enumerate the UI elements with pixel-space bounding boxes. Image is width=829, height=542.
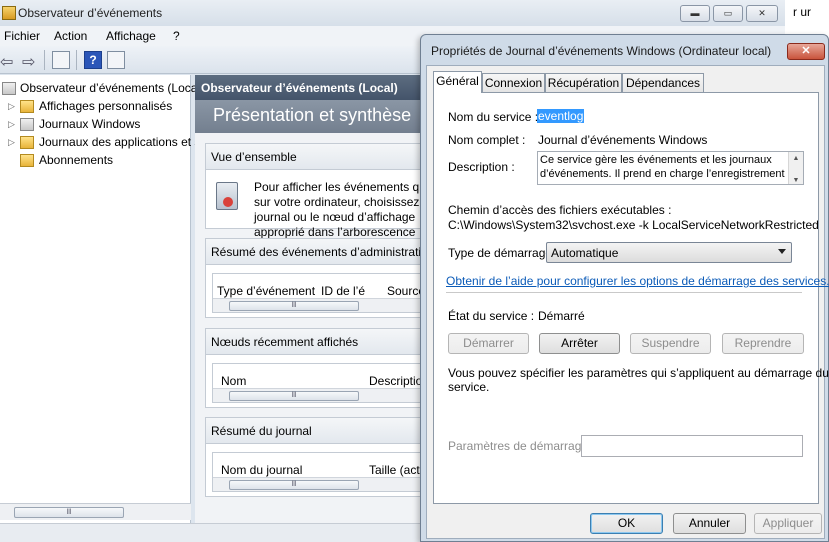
- general-tab-panel: Nom du service : eventlog Nom complet : …: [433, 92, 829, 504]
- expand-icon[interactable]: ▷: [8, 101, 16, 112]
- pause-button[interactable]: Suspendre: [630, 333, 711, 354]
- recent-nodes-list[interactable]: Nom Description lll: [212, 363, 422, 403]
- service-status-value: Démarré: [538, 309, 585, 323]
- window-title: Observateur d’événements: [18, 6, 163, 20]
- chevron-down-icon: [778, 249, 786, 254]
- service-name-label: Nom du service :: [448, 110, 539, 124]
- main-pane: Observateur d’événements (Local) Présent…: [195, 75, 425, 523]
- column-header[interactable]: Source: [387, 284, 421, 298]
- column-header[interactable]: ID de l’é: [321, 284, 365, 298]
- tab-dependances[interactable]: Dépendances: [622, 73, 704, 92]
- title-bar: Observateur d’événements ▬ ▭ ✕: [0, 0, 785, 26]
- startup-help-link[interactable]: Obtenir de l’aide pour configurer les op…: [446, 274, 829, 288]
- event-viewer-app-icon: [2, 6, 16, 20]
- log-summary-list[interactable]: Nom du journal Taille (actuelle) lll: [212, 452, 422, 492]
- section-title[interactable]: Résumé des événements d’administration: [206, 239, 424, 265]
- edge-text: r ur: [793, 5, 811, 19]
- column-header[interactable]: Description: [369, 374, 421, 388]
- startup-type-value: Automatique: [551, 246, 619, 260]
- scroll-thumb[interactable]: lll: [229, 480, 359, 490]
- scroll-thumb[interactable]: lll: [14, 507, 124, 518]
- show-hide-tree-icon[interactable]: [52, 51, 70, 69]
- resume-button[interactable]: Reprendre: [722, 333, 804, 354]
- stop-button[interactable]: Arrêter: [539, 333, 620, 354]
- log-icon: [20, 118, 34, 131]
- folder-icon: [20, 100, 34, 113]
- scroll-thumb[interactable]: lll: [229, 301, 359, 311]
- admin-summary-section: Résumé des événements d’administration T…: [205, 238, 425, 318]
- overview-text: Pour afficher les événements qui se sont…: [254, 180, 425, 239]
- menu-action[interactable]: Action: [54, 29, 87, 43]
- horizontal-scrollbar[interactable]: lll: [213, 298, 421, 312]
- start-params-label: Paramètres de démarrage :: [448, 439, 595, 453]
- display-name-label: Nom complet :: [448, 133, 526, 147]
- admin-summary-list[interactable]: Type d’événement ID de l’é Source lll: [212, 273, 422, 313]
- toolbar-separator: [44, 50, 45, 70]
- recent-nodes-section: Nœuds récemment affichés Nom Description…: [205, 328, 425, 408]
- tab-recuperation[interactable]: Récupération: [545, 73, 622, 92]
- section-title[interactable]: Nœuds récemment affichés: [206, 329, 424, 355]
- menu-affichage[interactable]: Affichage: [106, 29, 156, 43]
- subscriptions-icon: [20, 154, 34, 167]
- folder-icon: [20, 136, 34, 149]
- tab-connexion[interactable]: Connexion: [482, 73, 545, 92]
- column-header[interactable]: Type d’événement: [217, 284, 315, 298]
- close-button[interactable]: ✕: [746, 5, 778, 22]
- show-hide-actions-icon[interactable]: [107, 51, 125, 69]
- description-scrollbar[interactable]: ▲ ▼: [788, 152, 803, 184]
- log-summary-section: Résumé du journal Nom du journal Taille …: [205, 417, 425, 497]
- ok-button[interactable]: OK: [590, 513, 663, 534]
- section-title[interactable]: Vue d’ensemble: [206, 144, 424, 170]
- apply-button[interactable]: Appliquer: [754, 513, 822, 534]
- executable-path-label: Chemin d’accès des fichiers exécutables …: [448, 203, 672, 217]
- back-arrow-icon[interactable]: ⇦: [0, 52, 13, 72]
- pane-header: Observateur d’événements (Local): [195, 75, 425, 100]
- expand-icon[interactable]: ▷: [8, 137, 16, 148]
- dialog-title: Propriétés de Journal d’événements Windo…: [431, 44, 772, 58]
- divider: [446, 292, 802, 293]
- start-button[interactable]: Démarrer: [448, 333, 529, 354]
- menu-fichier[interactable]: Fichier: [4, 29, 40, 43]
- startup-type-label: Type de démarrage :: [448, 246, 559, 260]
- column-header[interactable]: Nom du journal: [221, 463, 302, 477]
- scroll-up-icon[interactable]: ▲: [789, 152, 803, 166]
- startup-type-select[interactable]: Automatique: [546, 242, 792, 263]
- scroll-thumb[interactable]: lll: [229, 391, 359, 401]
- start-params-hint: Vous pouvez spécifier les paramètres qui…: [448, 366, 829, 394]
- display-name-value[interactable]: Journal d’événements Windows: [538, 133, 707, 147]
- description-textbox[interactable]: Ce service gère les événements et les jo…: [537, 151, 804, 185]
- maximize-button[interactable]: ▭: [713, 5, 743, 22]
- column-header[interactable]: Nom: [221, 374, 246, 388]
- section-title[interactable]: Résumé du journal: [206, 418, 424, 444]
- navigation-tree: Observateur d’événements (Local) ▷ Affic…: [0, 75, 238, 523]
- forward-arrow-icon[interactable]: ⇨: [22, 52, 35, 72]
- start-params-input[interactable]: [581, 435, 803, 457]
- expand-icon[interactable]: ▷: [8, 119, 16, 130]
- background-edge-window: r ur: [785, 0, 829, 32]
- service-status-label: État du service :: [448, 309, 535, 323]
- toolbar-separator: [76, 50, 77, 70]
- tab-general[interactable]: Général: [433, 71, 482, 93]
- overview-section: Vue d’ensemble Pour afficher les événeme…: [205, 143, 425, 239]
- pane-body: Vue d’ensemble Pour afficher les événeme…: [195, 133, 425, 523]
- minimize-button[interactable]: ▬: [680, 5, 710, 22]
- pane-subtitle: Présentation et synthèse: [195, 100, 425, 133]
- event-log-icon: [216, 182, 238, 210]
- scroll-down-icon[interactable]: ▼: [789, 174, 803, 184]
- service-properties-dialog: Propriétés de Journal d’événements Windo…: [420, 34, 829, 542]
- service-name-value[interactable]: eventlog: [537, 109, 585, 123]
- executable-path-value[interactable]: C:\Windows\System32\svchost.exe -k Local…: [448, 218, 819, 232]
- event-viewer-icon: [2, 82, 16, 95]
- dialog-close-button[interactable]: ✕: [787, 43, 825, 60]
- horizontal-scrollbar[interactable]: lll: [213, 477, 421, 491]
- description-label: Description :: [448, 160, 515, 174]
- dialog-client: Général Connexion Récupération Dépendanc…: [426, 65, 829, 539]
- help-icon[interactable]: ?: [84, 51, 102, 69]
- horizontal-scrollbar[interactable]: lll: [213, 388, 421, 402]
- menu-help[interactable]: ?: [173, 29, 180, 43]
- cancel-button[interactable]: Annuler: [673, 513, 746, 534]
- tree-horizontal-scrollbar[interactable]: lll: [0, 503, 191, 520]
- column-header[interactable]: Taille (actuelle): [369, 463, 421, 477]
